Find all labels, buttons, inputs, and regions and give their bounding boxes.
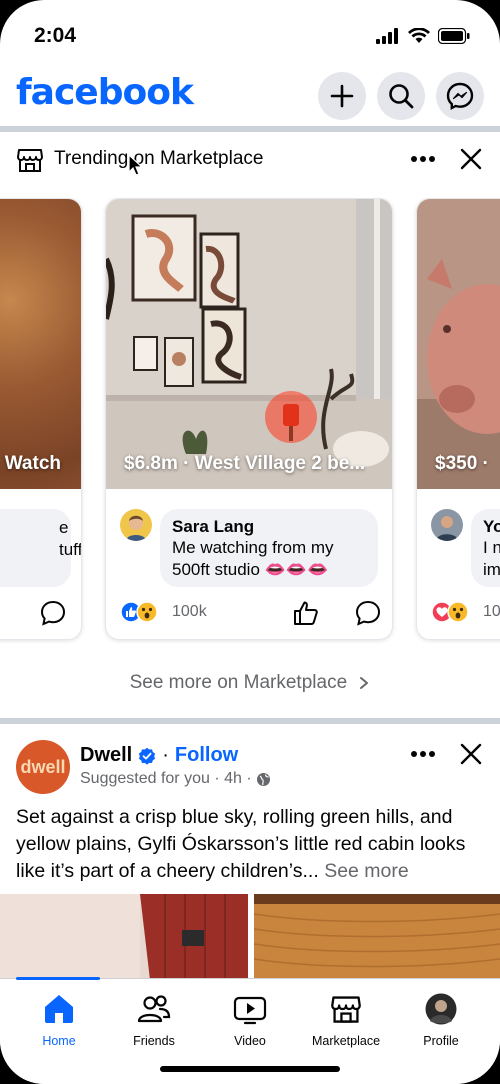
status-time: 2:04 <box>34 24 77 47</box>
battery-icon <box>438 28 470 44</box>
tab-label: Marketplace <box>311 1034 381 1048</box>
chevron-right-icon <box>360 676 369 689</box>
card-price: $6.8m · West Village 2 be... <box>124 453 366 474</box>
messenger-button[interactable] <box>436 72 484 120</box>
comment-bubble: e tuff <box>0 509 81 587</box>
marketplace-card[interactable]: Watch e tuff <box>0 198 82 640</box>
friends-icon <box>137 995 171 1023</box>
tab-home[interactable]: Home <box>9 993 109 1048</box>
mouse-cursor-icon <box>128 154 144 176</box>
plus-icon <box>330 84 354 108</box>
status-icons <box>376 28 470 44</box>
comment-icon[interactable] <box>354 599 382 627</box>
video-icon <box>233 996 267 1025</box>
cellular-signal-icon <box>376 28 398 44</box>
post-author-row: Dwell · Follow <box>80 744 238 767</box>
commenter-name[interactable]: Yo <box>483 517 500 537</box>
reaction-count[interactable]: 10 <box>483 603 500 621</box>
marketplace-card[interactable]: $350 · Yo I n im <box>416 198 500 640</box>
tab-label: Home <box>42 1034 76 1048</box>
create-button[interactable] <box>318 72 366 120</box>
tab-label: Video <box>234 1034 266 1048</box>
post-header: dwell Dwell · Follow Suggested for you ·… <box>0 728 500 798</box>
tab-friends[interactable]: Friends <box>104 993 204 1048</box>
commenter-name[interactable]: Sara Lang <box>172 517 366 537</box>
comment-bubble: Sara Lang Me watching from my 500ft stud… <box>160 509 378 587</box>
card-image[interactable]: Watch <box>0 199 81 489</box>
sara-lang-avatar-image <box>120 509 152 541</box>
globe-icon <box>256 772 270 786</box>
status-bar: 2:04 <box>0 0 500 66</box>
search-icon <box>389 84 414 109</box>
active-tab-indicator <box>16 977 100 980</box>
profile-avatar-icon <box>425 993 457 1025</box>
listing-photo <box>417 199 500 489</box>
verified-badge-icon <box>139 747 156 765</box>
commenter-avatar-image <box>431 509 463 541</box>
avatar[interactable] <box>431 509 463 541</box>
search-button[interactable] <box>377 72 425 120</box>
comment-icon[interactable] <box>39 599 67 627</box>
like-icon[interactable] <box>292 599 320 627</box>
tab-label: Profile <box>423 1034 459 1048</box>
tab-label: Friends <box>133 1034 175 1048</box>
tab-profile[interactable]: Profile <box>391 993 491 1048</box>
facebook-logo[interactable]: facebook <box>16 72 194 113</box>
post-meta: Suggested for you · 4h · <box>80 770 271 788</box>
card-price: $350 · <box>435 453 489 474</box>
close-icon[interactable] <box>460 743 482 765</box>
marketplace-icon <box>331 996 361 1023</box>
home-icon <box>45 995 73 1023</box>
trending-title: Trending on Marketplace <box>54 148 264 169</box>
card-image[interactable]: $350 · <box>417 199 500 489</box>
wow-reaction-icon <box>447 601 469 623</box>
separator-dot: · <box>162 744 169 766</box>
card-image[interactable]: $6.8m · West Village 2 be... <box>106 199 392 489</box>
home-indicator[interactable] <box>160 1066 340 1072</box>
reaction-count[interactable]: 100k <box>172 603 207 621</box>
reactions-row: 10 <box>431 599 500 629</box>
app-header: facebook <box>0 66 500 126</box>
tab-video[interactable]: Video <box>200 993 300 1048</box>
comment-bubble: Yo I n im <box>471 509 500 587</box>
close-icon[interactable] <box>460 148 482 170</box>
trending-header: Trending on Marketplace <box>0 134 500 184</box>
section-divider <box>0 126 500 132</box>
marketplace-icon <box>17 149 43 172</box>
avatar[interactable]: dwell <box>16 740 70 794</box>
card-price: Watch <box>4 453 61 474</box>
more-options-icon[interactable] <box>410 750 436 758</box>
see-more-button[interactable]: See more <box>324 860 409 882</box>
marketplace-card[interactable]: $6.8m · West Village 2 be... Sara Lang M… <box>105 198 393 640</box>
messenger-icon <box>446 82 474 110</box>
post-photo[interactable] <box>0 894 500 980</box>
trending-carousel[interactable]: Watch e tuff $6.8m · West Village 2 be..… <box>0 198 500 644</box>
comment-text: I n <box>483 538 500 557</box>
see-more-marketplace-label: See more on Marketplace <box>129 672 348 693</box>
see-more-marketplace-link[interactable]: See more on Marketplace <box>0 672 500 694</box>
avatar[interactable] <box>120 509 152 541</box>
post-text: Set against a crisp blue sky, rolling gr… <box>16 804 486 885</box>
wifi-icon <box>408 28 430 43</box>
comment-text: Me watching from my 500ft studio 👄👄👄 <box>172 538 334 579</box>
section-divider <box>0 718 500 724</box>
post-image-gallery[interactable] <box>0 894 500 980</box>
listing-photo <box>106 199 392 489</box>
post-author-name[interactable]: Dwell <box>80 744 132 767</box>
comment-text: im <box>483 560 500 579</box>
tab-marketplace[interactable]: Marketplace <box>296 993 396 1048</box>
reactions-row: 100k <box>120 599 382 629</box>
wow-reaction-icon <box>136 601 158 623</box>
follow-button[interactable]: Follow <box>175 744 238 767</box>
post-meta-text: Suggested for you · 4h · <box>80 770 252 787</box>
dwell-avatar-text: dwell <box>20 756 66 777</box>
more-options-icon[interactable] <box>410 155 436 163</box>
phone-screen: 2:04 facebook Trending on Marketplace Wa… <box>0 0 500 1084</box>
